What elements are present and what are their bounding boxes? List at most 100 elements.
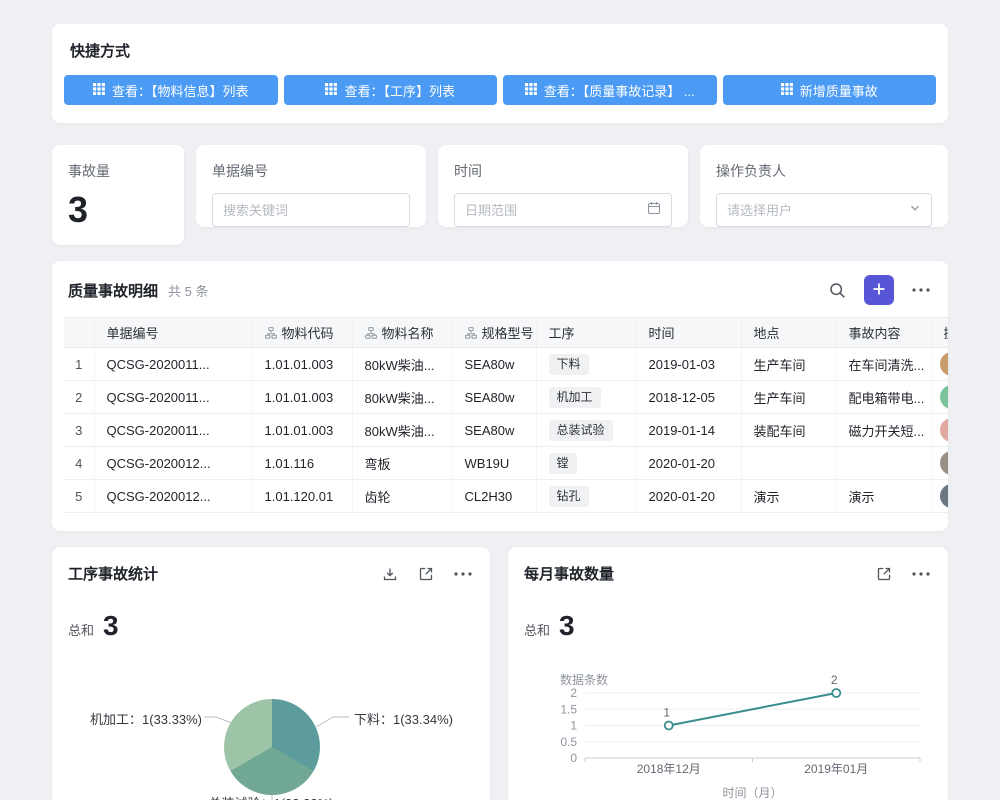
cell-material-code: 1.01.01.003 [252, 348, 352, 381]
cell-material-name: 80kW柴油... [352, 414, 452, 447]
cell-doc-number: QCSG-2020011... [94, 381, 252, 414]
shortcut-add-incident[interactable]: 新增质量事故 [723, 75, 937, 105]
pie-chart[interactable] [224, 699, 320, 795]
row-index: 4 [64, 447, 94, 480]
incident-table-card: 质量事故明细 共 5 条 单据编号物料代码物料名称规格型号工序时间地点事故内容操… [52, 261, 948, 531]
user-select[interactable] [716, 193, 932, 227]
shortcut-label: 查看：【物料信息】列表 [112, 81, 249, 100]
cell-process: 总装试验 [536, 414, 636, 447]
shortcuts-card: 快捷方式 查看：【物料信息】列表 查看：【工序】列表 查看：【质量事故记录】 .… [52, 24, 948, 123]
cell-process: 机加工 [536, 381, 636, 414]
cell-place: 装配车间 [741, 414, 836, 447]
incident-table-scroll[interactable]: 单据编号物料代码物料名称规格型号工序时间地点事故内容操作负责人 1QCSG-20… [64, 317, 948, 513]
avatar [940, 418, 949, 442]
pie-card-header: 工序事故统计 [68, 563, 474, 584]
doc-number-search-input[interactable] [223, 203, 399, 218]
column-header: 物料名称 [352, 318, 452, 348]
grid-icon [781, 83, 793, 98]
cell-date: 2019-01-14 [636, 414, 741, 447]
line-card-icons [874, 564, 932, 584]
plus-icon [871, 281, 887, 300]
svg-text:2: 2 [831, 673, 838, 687]
monthly-incidents-card: 每月事故数量 总和 3 数据条数 00.511.5212018年12月22019… [508, 547, 948, 800]
user-select-input[interactable] [727, 203, 903, 218]
external-link-icon[interactable] [874, 564, 894, 584]
process-tag: 镗 [549, 453, 577, 474]
doc-number-search-field[interactable] [212, 193, 410, 227]
cell-date: 2020-01-20 [636, 447, 741, 480]
svg-text:时间（月）: 时间（月） [722, 786, 782, 800]
column-header: 规格型号 [452, 318, 536, 348]
add-record-button[interactable] [864, 275, 894, 305]
pie-label-machining: 机加工：1(33.33%) [82, 709, 202, 728]
svg-text:1: 1 [663, 706, 670, 720]
cell-material-name: 弯板 [352, 447, 452, 480]
cell-content: 在车间清洗... [836, 348, 931, 381]
cell-process: 下料 [536, 348, 636, 381]
incident-table-body: 1QCSG-2020011...1.01.01.00380kW柴油...SEA8… [64, 348, 948, 513]
date-range-field[interactable] [454, 193, 672, 227]
date-range-input[interactable] [465, 203, 641, 218]
more-icon[interactable] [910, 286, 932, 294]
more-icon[interactable] [910, 570, 932, 578]
shortcut-view-incident-records[interactable]: 查看：【质量事故记录】 ... [503, 75, 717, 105]
table-row[interactable]: 3QCSG-2020011...1.01.01.00380kW柴油...SEA8… [64, 414, 948, 447]
svg-text:1: 1 [570, 719, 577, 733]
shortcut-view-process-list[interactable]: 查看：【工序】列表 [284, 75, 498, 105]
incident-count-value: 3 [68, 189, 168, 231]
svg-text:0: 0 [570, 751, 577, 765]
avatar [940, 385, 949, 409]
cell-date: 2020-01-20 [636, 480, 741, 513]
avatar [940, 484, 949, 508]
hierarchy-icon [465, 327, 477, 342]
charts-row: 工序事故统计 总和 3 机加工：1(33.33%) 下料：1(33.34%) 总… [52, 547, 948, 800]
cell-material-name: 80kW柴油... [352, 381, 452, 414]
cell-spec: SEA80w [452, 414, 536, 447]
cell-spec: WB19U [452, 447, 536, 480]
doc-number-label: 单据编号 [212, 161, 410, 181]
cell-date: 2019-01-03 [636, 348, 741, 381]
cell-material-code: 1.01.01.003 [252, 414, 352, 447]
time-label: 时间 [454, 161, 672, 181]
cell-content: 配电箱带电... [836, 381, 931, 414]
table-row[interactable]: 5QCSG-2020012...1.01.120.01齿轮CL2H30钻孔202… [64, 480, 948, 513]
table-row[interactable]: 1QCSG-2020011...1.01.01.00380kW柴油...SEA8… [64, 348, 948, 381]
cell-material-code: 1.01.120.01 [252, 480, 352, 513]
cell-spec: CL2H30 [452, 480, 536, 513]
dashboard-page: 快捷方式 查看：【物料信息】列表 查看：【工序】列表 查看：【质量事故记录】 .… [0, 0, 1000, 800]
line-total-value: 3 [559, 610, 575, 642]
cell-owner [931, 447, 948, 480]
download-icon[interactable] [380, 564, 400, 584]
operator-filter-card: 操作负责人 [700, 145, 948, 227]
svg-text:2019年01月: 2019年01月 [804, 762, 868, 776]
row-index: 5 [64, 480, 94, 513]
table-title: 质量事故明细 [68, 280, 158, 301]
cell-material-code: 1.01.116 [252, 447, 352, 480]
line-total: 总和 3 [524, 610, 932, 642]
cell-doc-number: QCSG-2020011... [94, 414, 252, 447]
process-tag: 钻孔 [549, 486, 589, 507]
avatar [940, 451, 949, 475]
cell-material-code: 1.01.01.003 [252, 381, 352, 414]
column-header: 事故内容 [836, 318, 931, 348]
operator-label: 操作负责人 [716, 161, 932, 181]
table-actions [827, 275, 932, 305]
cell-doc-number: QCSG-2020011... [94, 348, 252, 381]
svg-text:2018年12月: 2018年12月 [637, 762, 701, 776]
column-header [64, 318, 94, 348]
search-icon[interactable] [827, 280, 848, 301]
cell-owner [931, 480, 948, 513]
column-header: 单据编号 [94, 318, 252, 348]
line-chart[interactable]: 00.511.5212018年12月22019年01月时间（月） [508, 673, 948, 800]
hierarchy-icon [365, 327, 377, 342]
external-link-icon[interactable] [416, 564, 436, 584]
chevron-down-icon [909, 201, 921, 219]
table-row[interactable]: 4QCSG-2020012...1.01.116弯板WB19U镗2020-01-… [64, 447, 948, 480]
cell-content: 演示 [836, 480, 931, 513]
shortcut-view-material-list[interactable]: 查看：【物料信息】列表 [64, 75, 278, 105]
pie-total: 总和 3 [68, 610, 474, 642]
more-icon[interactable] [452, 570, 474, 578]
table-row[interactable]: 2QCSG-2020011...1.01.01.00380kW柴油...SEA8… [64, 381, 948, 414]
calendar-icon [647, 201, 661, 220]
table-header-bar: 质量事故明细 共 5 条 [52, 275, 948, 317]
